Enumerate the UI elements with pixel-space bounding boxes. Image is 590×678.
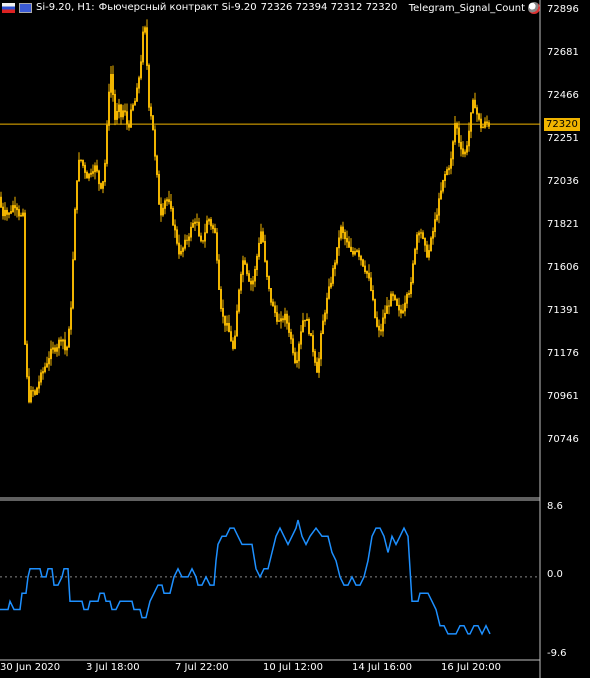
price-candles [0,19,490,404]
indicator-axis-label: 0.0 [547,569,563,580]
price-axis-label: 72896 [547,4,579,15]
current-price-tag: 72320 [544,118,580,132]
ohlc-values: 72326 72394 72312 72320 [260,2,398,13]
flag-icon-secondary[interactable] [19,2,32,13]
price-axis-label: 71606 [547,262,579,273]
indicator-axis-label: 8.6 [547,501,563,512]
price-grid [0,0,541,678]
price-axis-label: 70961 [547,391,579,402]
time-axis-label: 16 Jul 20:00 [441,662,501,673]
time-axis-label: 10 Jul 12:00 [263,662,323,673]
price-axis-label: 72251 [547,133,579,144]
chart-header: Si-9.20, H1: Фьючерсный контракт Si-9.20… [2,2,397,13]
time-axis-label: 14 Jul 16:00 [352,662,412,673]
symbol-description: Фьючерсный контракт Si-9.20 [98,2,257,13]
price-axis-label: 71176 [547,348,579,359]
chart-canvas[interactable] [0,0,590,678]
time-axis-label: 7 Jul 22:00 [175,662,229,673]
time-axis-label: 3 Jul 18:00 [86,662,140,673]
indicator-settings-icon[interactable] [528,2,540,14]
indicator-axis-label: -9.6 [547,648,567,659]
price-axis-label: 72036 [547,176,579,187]
price-axis-label: 72466 [547,90,579,101]
price-axis-label: 71391 [547,305,579,316]
price-axis-label: 71821 [547,219,579,230]
price-axis-label: 70746 [547,434,579,445]
indicator-name[interactable]: Telegram_Signal_Count [409,3,525,14]
price-axis-label: 72681 [547,47,579,58]
indicator-header: Telegram_Signal_Count [409,2,540,14]
flag-icon[interactable] [2,2,15,13]
time-axis-label: 30 Jun 2020 [0,662,61,673]
symbol-label: Si-9.20, H1: [36,2,95,13]
